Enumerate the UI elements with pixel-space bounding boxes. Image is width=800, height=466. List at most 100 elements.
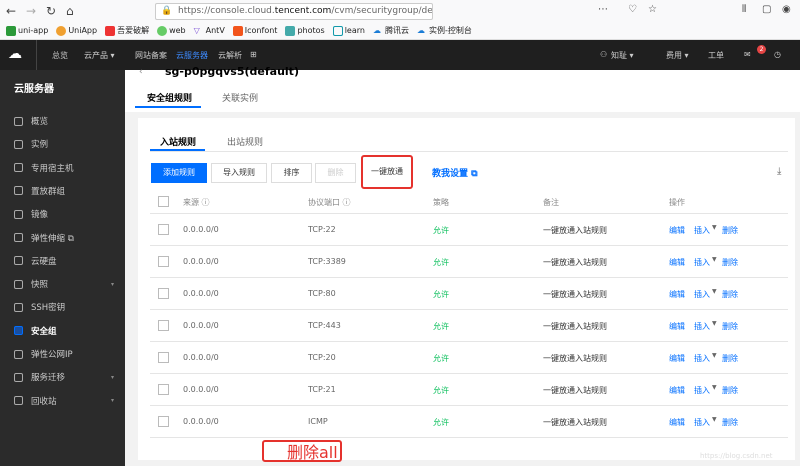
insert-link[interactable]: 插入	[694, 385, 710, 396]
account-icon[interactable]: ◉	[782, 4, 791, 15]
highlight-box	[361, 155, 413, 189]
sidebar-item[interactable]: 概览	[14, 115, 114, 127]
bookmark[interactable]: uni-app	[6, 25, 48, 36]
sidebar-item[interactable]: 安全组	[14, 325, 114, 337]
caret-down-icon[interactable]: ▼	[712, 288, 717, 295]
sidebar-item[interactable]: 专用宿主机	[14, 162, 114, 174]
delete-button[interactable]: 删除	[315, 163, 356, 183]
delete-link[interactable]: 删除	[722, 385, 738, 396]
caret-down-icon[interactable]: ▼	[712, 224, 717, 231]
add-shortcut-icon[interactable]: ⊞	[250, 50, 257, 59]
caret-down-icon[interactable]: ▼	[712, 320, 717, 327]
more-icon[interactable]: ⋯	[598, 4, 608, 15]
row-checkbox[interactable]	[158, 352, 169, 363]
back-icon[interactable]: ←	[6, 4, 16, 18]
url-bar[interactable]: 🔒 https://console.cloud.tencent.com/cvm/s…	[155, 3, 433, 20]
caret-down-icon[interactable]: ▼	[712, 384, 717, 391]
delete-link[interactable]: 删除	[722, 321, 738, 332]
sidebar-icon[interactable]: ▢	[762, 4, 771, 15]
pocket-icon[interactable]: ♡	[628, 4, 637, 15]
bookmark[interactable]: ☁ 实例-控制台	[417, 25, 472, 36]
sidebar-item-icon	[14, 163, 23, 173]
library-icon[interactable]: ⫴	[742, 4, 746, 15]
tab-rules[interactable]: 安全组规则	[147, 91, 192, 104]
sidebar-item[interactable]: 服务迁移 ▾	[14, 371, 114, 383]
bookmark[interactable]: UniApp	[56, 25, 97, 36]
sidebar-item[interactable]: 快照 ▾	[14, 278, 114, 290]
sidebar-item[interactable]: 置放群组	[14, 185, 114, 197]
bookmark[interactable]: ☁ 腾讯云	[373, 25, 409, 36]
sidebar-item[interactable]: 云硬盘	[14, 255, 114, 267]
caret-down-icon[interactable]: ▾	[111, 281, 114, 288]
bookmark[interactable]: ▽ AntV	[194, 26, 225, 36]
insert-link[interactable]: 插入	[694, 225, 710, 236]
row-checkbox[interactable]	[158, 416, 169, 427]
sidebar-item[interactable]: 弹性伸缩 ⧉	[14, 232, 114, 244]
caret-down-icon[interactable]: ▾	[111, 397, 114, 404]
import-rules-button[interactable]: 导入规则	[211, 163, 267, 183]
delete-link[interactable]: 删除	[722, 353, 738, 364]
row-checkbox[interactable]	[158, 256, 169, 267]
edit-link[interactable]: 编辑	[669, 353, 685, 364]
row-checkbox[interactable]	[158, 224, 169, 235]
caret-down-icon[interactable]: ▼	[712, 256, 717, 263]
nav-account[interactable]: 知耻 ▾	[611, 50, 634, 61]
row-checkbox[interactable]	[158, 384, 169, 395]
insert-link[interactable]: 插入	[694, 417, 710, 428]
row-checkbox[interactable]	[158, 320, 169, 331]
edit-link[interactable]: 编辑	[669, 289, 685, 300]
sidebar-item[interactable]: 实例	[14, 138, 114, 150]
reload-icon[interactable]: ↻	[46, 4, 56, 18]
mail-icon[interactable]: ✉	[744, 50, 751, 59]
delete-link[interactable]: 删除	[722, 257, 738, 268]
insert-link[interactable]: 插入	[694, 289, 710, 300]
table-row	[150, 374, 788, 406]
forward-icon[interactable]: →	[26, 4, 36, 18]
tab-inbound[interactable]: 入站规则	[160, 135, 196, 148]
nav-dns[interactable]: 云解析	[218, 50, 242, 61]
edit-link[interactable]: 编辑	[669, 225, 685, 236]
download-icon[interactable]: ⤓	[777, 166, 781, 177]
bookmark[interactable]: web	[157, 25, 186, 36]
caret-down-icon[interactable]: ▼	[712, 416, 717, 423]
tab-instances[interactable]: 关联实例	[222, 91, 258, 104]
edit-link[interactable]: 编辑	[669, 321, 685, 332]
bookmark[interactable]: photos	[285, 25, 325, 36]
bookmark[interactable]: Iconfont	[232, 25, 277, 36]
sidebar-item[interactable]: 弹性公网IP	[14, 348, 114, 360]
bookmark[interactable]: learn	[332, 25, 365, 36]
edit-link[interactable]: 编辑	[669, 417, 685, 428]
tab-outbound[interactable]: 出站规则	[227, 135, 263, 148]
sort-button[interactable]: 排序	[271, 163, 312, 183]
edit-link[interactable]: 编辑	[669, 385, 685, 396]
caret-down-icon[interactable]: ▼	[712, 352, 717, 359]
row-checkbox[interactable]	[158, 288, 169, 299]
sidebar-item[interactable]: 回收站 ▾	[14, 395, 114, 407]
insert-link[interactable]: 插入	[694, 321, 710, 332]
sidebar-item[interactable]: SSH密钥	[14, 301, 114, 313]
delete-link[interactable]: 删除	[722, 289, 738, 300]
insert-link[interactable]: 插入	[694, 353, 710, 364]
select-all-checkbox[interactable]	[158, 196, 169, 207]
insert-link[interactable]: 插入	[694, 257, 710, 268]
nav-cvm[interactable]: 云服务器	[176, 50, 208, 61]
home-icon[interactable]: ⌂	[66, 4, 74, 18]
nav-products[interactable]: 云产品 ▾	[84, 50, 115, 61]
back-arrow-icon[interactable]: ‹	[139, 67, 143, 77]
help-link[interactable]: 教我设置 ⧉	[432, 166, 478, 179]
bookmark[interactable]: 吾爱破解	[105, 25, 149, 36]
clock-icon[interactable]: ◷	[774, 50, 781, 59]
caret-down-icon[interactable]: ▾	[111, 374, 114, 381]
nav-tickets[interactable]: 工单	[708, 50, 724, 61]
port-cell: TCP:443	[308, 321, 341, 330]
nav-billing[interactable]: 费用 ▾	[666, 50, 689, 61]
add-rule-button[interactable]: 添加规则	[151, 163, 207, 183]
delete-link[interactable]: 删除	[722, 417, 738, 428]
star-icon[interactable]: ☆	[648, 4, 657, 15]
edit-link[interactable]: 编辑	[669, 257, 685, 268]
nav-overview[interactable]: 总览	[52, 50, 68, 61]
cloud-logo-icon[interactable]: ☁	[8, 46, 22, 62]
sidebar-item[interactable]: 镜像	[14, 208, 114, 220]
nav-icp[interactable]: 网站备案	[135, 50, 167, 61]
delete-link[interactable]: 删除	[722, 225, 738, 236]
